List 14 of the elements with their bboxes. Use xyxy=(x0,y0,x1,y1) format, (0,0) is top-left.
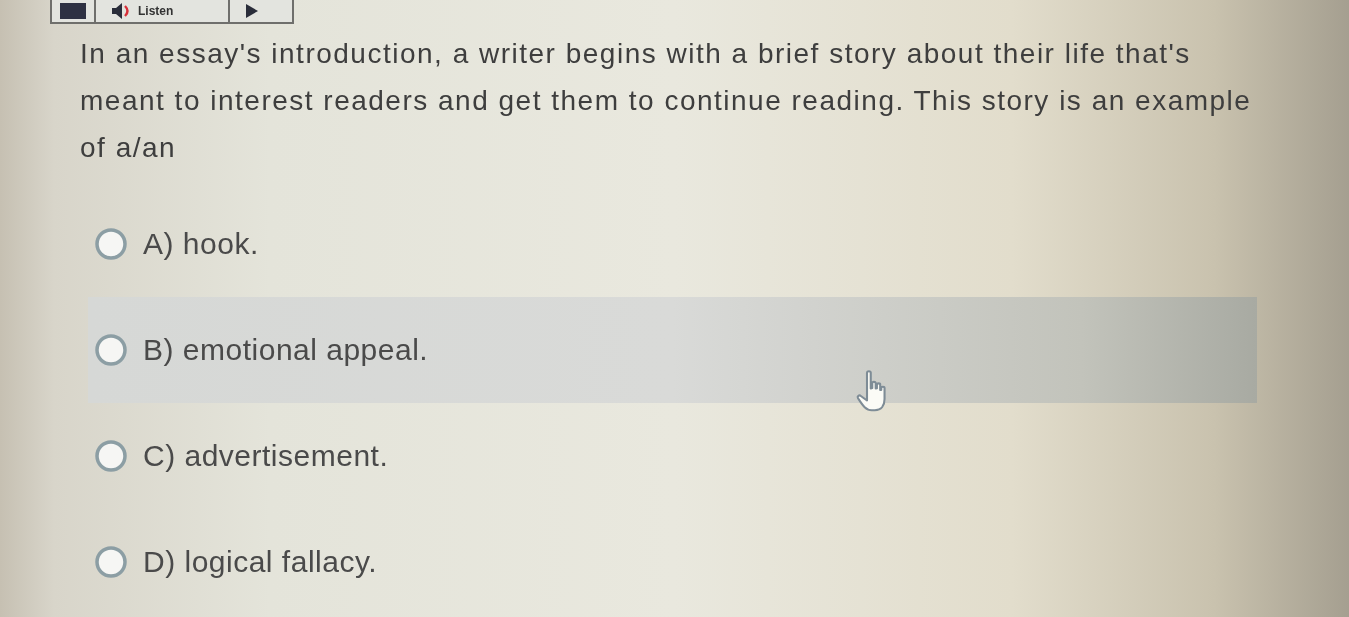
question-text: In an essay's introduction, a writer begins with a brief story about their life that's meant to interest readers and get them to continue reading. This story is an example of a/an xyxy=(80,37,1253,165)
radio-button[interactable] xyxy=(95,546,127,578)
answer-option[interactable]: A) hook. xyxy=(88,191,1257,297)
option-label: B) emotional appeal. xyxy=(143,333,429,367)
answer-option[interactable]: C) advertisement. xyxy=(88,403,1257,509)
play-icon xyxy=(246,4,258,18)
radio-button[interactable] xyxy=(95,334,127,366)
stop-icon xyxy=(60,3,86,19)
radio-button[interactable] xyxy=(95,228,127,260)
option-label: C) advertisement. xyxy=(143,439,389,473)
option-label: D) logical fallacy. xyxy=(143,545,378,579)
option-label: A) hook. xyxy=(143,227,259,261)
radio-button[interactable] xyxy=(95,440,127,472)
answer-option[interactable]: D) logical fallacy. xyxy=(88,509,1257,615)
